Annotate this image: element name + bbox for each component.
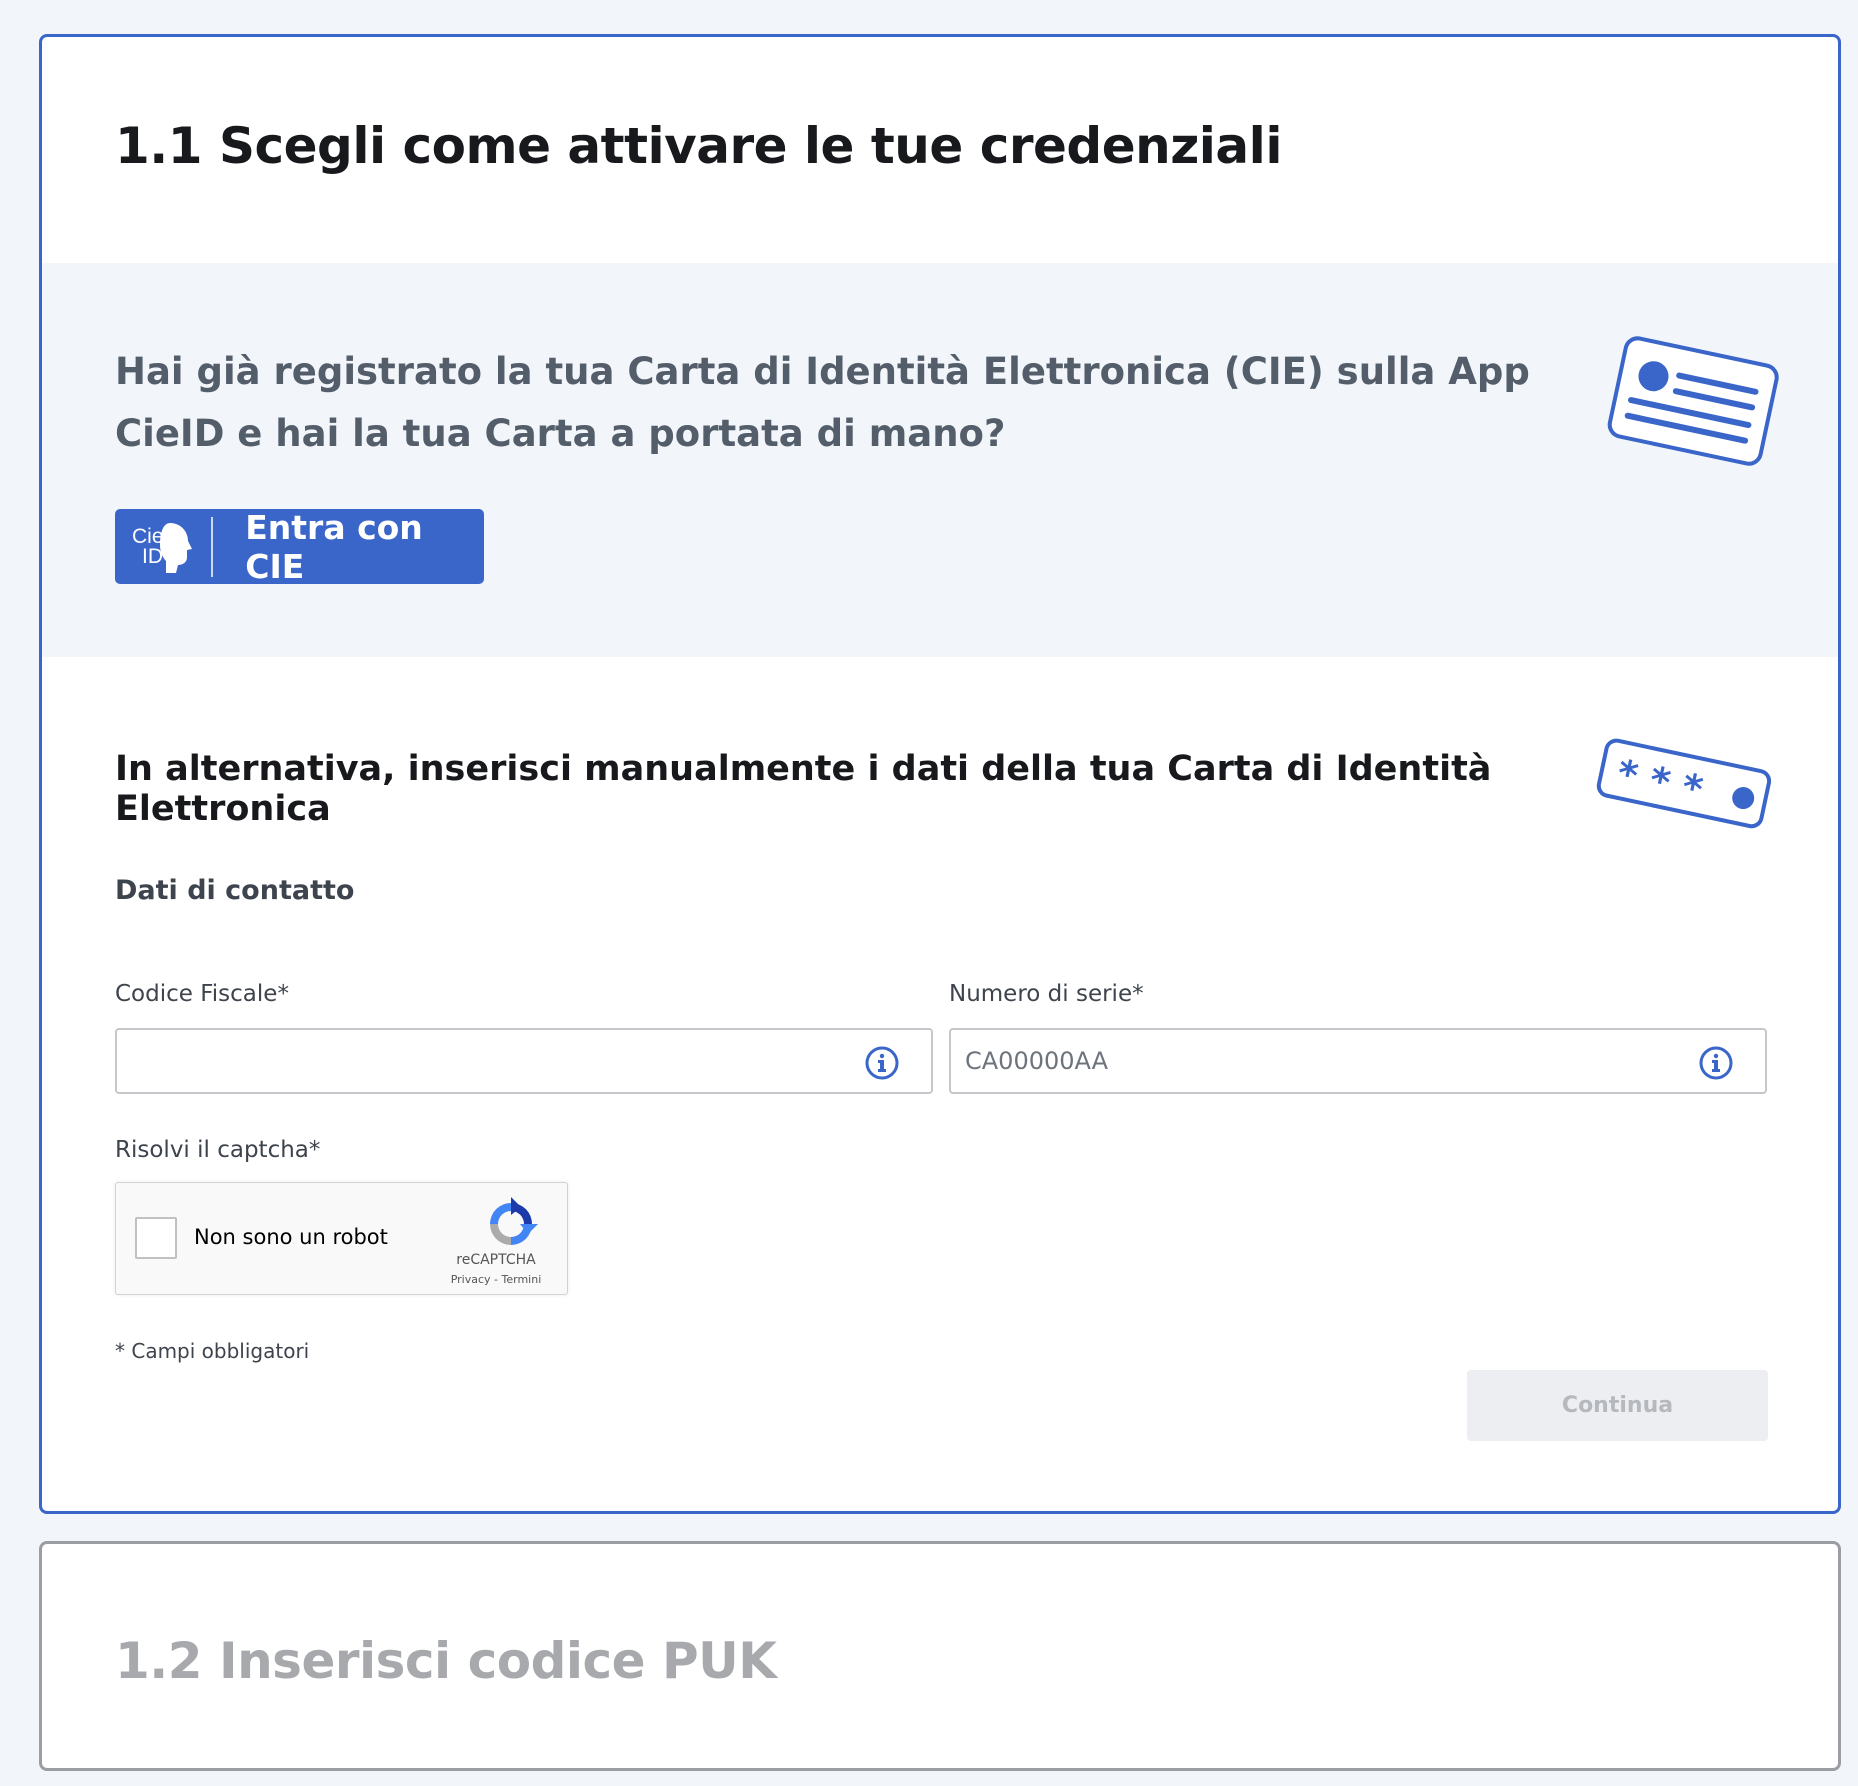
entra-con-cie-button[interactable]: Cie ID Entra con CIE: [115, 507, 484, 586]
cie-question-text: Hai già registrato la tua Carta di Ident…: [115, 350, 1530, 455]
entra-con-cie-label: Entra con CIE: [245, 507, 423, 586]
codice-fiscale-label: Codice Fiscale*: [115, 981, 289, 1007]
id-card-icon: [1607, 336, 1779, 466]
recaptcha-brand: reCAPTCHA: [456, 1252, 536, 1268]
captcha-label: Risolvi il captcha*: [115, 1137, 321, 1163]
recaptcha-logo-icon: [490, 1197, 538, 1245]
continue-button[interactable]: Continua: [1467, 1370, 1768, 1441]
step-2-card: 1.2 Inserisci codice PUK: [39, 1541, 1841, 1771]
numero-serie-label: Numero di serie*: [949, 981, 1144, 1007]
numero-serie-field: [949, 1028, 1767, 1094]
step-2-title: 1.2 Inserisci codice PUK: [115, 1632, 777, 1690]
manual-entry-title: In alternativa, inserisci manualmente i …: [115, 749, 1492, 829]
cie-login-section: Hai già registrato la tua Carta di Ident…: [42, 263, 1838, 657]
codice-fiscale-field: [115, 1028, 933, 1094]
required-fields-note: * Campi obbligatori: [115, 1339, 310, 1363]
numero-serie-info-icon[interactable]: [1699, 1046, 1733, 1080]
recaptcha-checkbox[interactable]: [135, 1217, 177, 1259]
cie-id-logo: Cie ID: [115, 516, 214, 577]
codice-fiscale-input[interactable]: [117, 1030, 857, 1092]
codice-fiscale-info-icon[interactable]: [865, 1046, 899, 1080]
recaptcha-privacy-terms-link[interactable]: Privacy - Termini: [441, 1273, 551, 1286]
recaptcha-widget: Non sono un robot reCAPTCHA Privacy - Te…: [115, 1182, 568, 1295]
step-1-card: 1.1 Scegli come attivare le tue credenzi…: [39, 34, 1841, 1514]
step-1-title: 1.1 Scegli come attivare le tue credenzi…: [115, 117, 1282, 175]
pin-card-icon: * * *: [1596, 738, 1772, 829]
numero-serie-input[interactable]: [951, 1030, 1691, 1092]
contact-data-label: Dati di contatto: [115, 875, 355, 906]
cie-logo-text-2: ID: [142, 545, 163, 568]
recaptcha-checkbox-label: Non sono un robot: [194, 1225, 388, 1249]
